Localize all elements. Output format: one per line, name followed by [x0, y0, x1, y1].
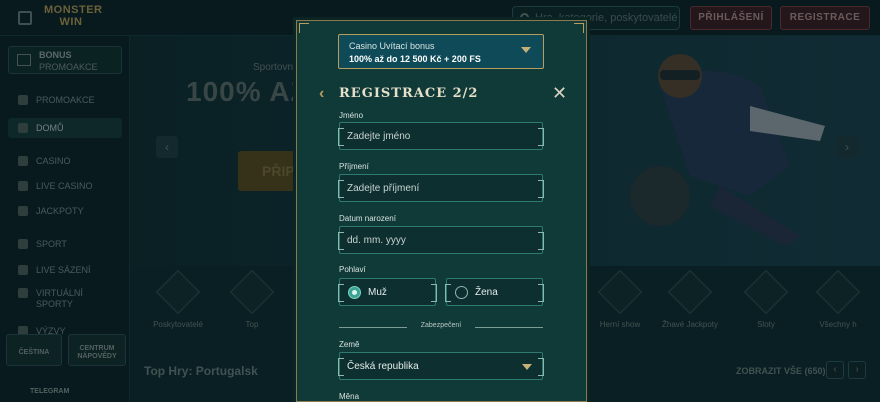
radio-unchecked-icon	[455, 286, 468, 299]
gender-option-male[interactable]: Muž	[338, 278, 437, 306]
first-name-field[interactable]: Zadejte jméno	[338, 122, 544, 150]
currency-label: Měna	[339, 392, 360, 401]
gender-label: Pohlaví	[339, 265, 366, 274]
chevron-down-icon	[522, 364, 532, 370]
bonus-title: Casino Uvítací bonus	[349, 41, 435, 51]
country-value: Česká republika	[347, 361, 419, 372]
close-icon[interactable]: ✕	[552, 84, 567, 102]
bonus-detail: 100% až do 12 500 Kč + 200 FS	[349, 54, 481, 64]
radio-checked-icon	[348, 286, 361, 299]
first-name-placeholder: Zadejte jméno	[347, 131, 411, 142]
bonus-select[interactable]: Casino Uvítací bonus 100% až do 12 500 K…	[338, 34, 544, 69]
country-label: Země	[339, 340, 360, 349]
dob-field[interactable]: dd. mm. yyyy	[338, 226, 544, 254]
dob-placeholder: dd. mm. yyyy	[347, 235, 406, 246]
gender-option-label: Muž	[368, 287, 387, 298]
gender-option-female[interactable]: Žena	[445, 278, 544, 306]
security-divider: Zabezpečení	[339, 322, 543, 332]
first-name-label: Jméno	[339, 111, 364, 120]
chevron-down-icon	[521, 47, 531, 53]
dob-label: Datum narození	[339, 214, 396, 223]
last-name-placeholder: Zadejte příjmení	[347, 183, 420, 194]
ornament-corner	[299, 23, 309, 33]
ornament-corner	[574, 23, 584, 33]
modal-title: REGISTRACE 2/2	[339, 86, 479, 101]
divider-line	[475, 327, 543, 328]
last-name-label: Příjmení	[339, 162, 369, 171]
gender-option-label: Žena	[475, 287, 498, 298]
country-select[interactable]: Česká republika	[338, 352, 544, 380]
back-arrow-icon[interactable]: ‹	[319, 85, 324, 103]
registration-modal: Casino Uvítací bonus 100% až do 12 500 K…	[296, 20, 587, 402]
last-name-field[interactable]: Zadejte příjmení	[338, 174, 544, 202]
